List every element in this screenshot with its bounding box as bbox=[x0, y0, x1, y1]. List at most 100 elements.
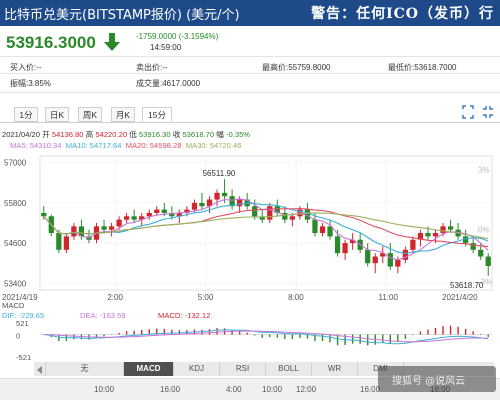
divider bbox=[0, 56, 500, 57]
x-tick-label: 5:00 bbox=[198, 293, 214, 302]
amplitude: 振幅:3.85% bbox=[10, 79, 51, 88]
ohlc-readout: 2021/04/20 开 54136.80 高 54220.20 低 53916… bbox=[2, 129, 250, 140]
candle-body bbox=[319, 226, 326, 234]
high-annotation: 56511.90 bbox=[203, 169, 236, 178]
ohlc-date: 2021/04/20 bbox=[2, 130, 41, 139]
buy-price: 买入价:-- bbox=[10, 63, 42, 72]
candle-body bbox=[425, 233, 431, 237]
x-tick-label: 2:00 bbox=[107, 293, 123, 302]
ohlc-low-label: 低 bbox=[129, 130, 137, 139]
macd-value: MACD: -132.12 bbox=[158, 311, 210, 320]
candle-body bbox=[63, 236, 70, 250]
tab-1min[interactable]: 1分 bbox=[14, 107, 38, 122]
macd-y-tick: -521 bbox=[16, 353, 31, 362]
candle-body bbox=[146, 212, 152, 217]
candle-body bbox=[432, 233, 439, 237]
candle-body bbox=[478, 249, 484, 257]
candle-body bbox=[116, 219, 122, 227]
candle-body bbox=[395, 259, 401, 267]
x-tick-label: 11:00 bbox=[379, 293, 399, 302]
candle-body bbox=[342, 243, 348, 254]
macd-title: MACD bbox=[2, 301, 25, 310]
candle-body bbox=[236, 199, 243, 207]
right-pct-tick: 3% bbox=[478, 165, 490, 174]
tab-monthly[interactable]: 月K bbox=[111, 107, 135, 122]
ohlc-open-label: 开 bbox=[42, 130, 50, 139]
x-tick-label: 8:00 bbox=[288, 293, 304, 302]
candle-body bbox=[101, 226, 107, 230]
current-price: 53916.3000 bbox=[6, 33, 96, 52]
tab-weekly[interactable]: 周K bbox=[78, 107, 102, 122]
down-arrow-icon bbox=[104, 33, 120, 51]
candle-body bbox=[161, 209, 167, 213]
scroll-left-button[interactable] bbox=[34, 362, 46, 376]
x-tick-label: 2021/4/20 bbox=[442, 293, 478, 302]
candle-body bbox=[41, 212, 47, 217]
candle-body bbox=[154, 209, 160, 213]
scrubber-time-4: 10:00 bbox=[262, 385, 283, 394]
candle-body bbox=[447, 226, 454, 230]
ohlc-high-label: 高 bbox=[85, 130, 94, 139]
candle-body bbox=[221, 192, 228, 197]
candle-body bbox=[372, 256, 378, 264]
candle-body bbox=[387, 253, 393, 267]
divider bbox=[0, 73, 500, 74]
ohlc-low: 53916.30 bbox=[138, 130, 171, 139]
ohlc-close-label: 收 bbox=[172, 130, 181, 139]
candle-body bbox=[252, 206, 258, 217]
ma30-value: MA30: 54720.46 bbox=[185, 141, 242, 150]
indicator-tab-kdj[interactable]: KDJ bbox=[174, 362, 220, 376]
candle-body bbox=[312, 219, 318, 234]
macd-panel: MACDDIF: -229.65 DEA: -163.59 MACD: -132.1… bbox=[2, 301, 492, 362]
scrubber-time-3: 4:00 bbox=[226, 385, 242, 394]
candle-body bbox=[123, 216, 130, 220]
ohlc-pct: -0.35% bbox=[225, 130, 251, 139]
quote-time: 14:59:00 bbox=[150, 43, 182, 52]
scrubber-time-2: 16:00 bbox=[160, 385, 181, 394]
ma10-value: MA10: 54717.64 bbox=[65, 141, 122, 150]
indicator-tab-boll[interactable]: BOLL bbox=[266, 362, 312, 376]
y-tick-label: 53400 bbox=[4, 279, 27, 288]
low-annotation: 53618.70 bbox=[450, 281, 484, 290]
candle-body bbox=[440, 226, 446, 234]
sell-price: 卖出价:-- bbox=[136, 63, 168, 72]
indicator-tab-wr[interactable]: WR bbox=[312, 362, 358, 376]
plot-frame bbox=[39, 155, 493, 291]
volume: 成交量:4617.0000 bbox=[136, 79, 201, 88]
ohlc-pct-label: 幅 bbox=[216, 130, 224, 139]
divider bbox=[0, 92, 500, 93]
ma5-value: MA5: 54310.34 bbox=[10, 141, 62, 150]
macd-y-tick: 0 bbox=[16, 332, 20, 341]
ohlc-high: 54220.20 bbox=[95, 130, 128, 139]
macd-dea: DEA: -163.59 bbox=[80, 311, 126, 320]
candle-body bbox=[191, 202, 198, 210]
indicator-tab-rsi[interactable]: RSI bbox=[220, 362, 266, 376]
candle-body bbox=[267, 206, 273, 220]
scrubber-time-5: 12:00 bbox=[296, 385, 317, 394]
ma-legend: MA5: 54310.34 MA10: 54717.64 MA20: 54598… bbox=[10, 141, 241, 150]
indicator-tab-macd[interactable]: MACD bbox=[124, 362, 174, 376]
y-tick-label: 57000 bbox=[4, 159, 27, 168]
indicator-tab-none[interactable]: 无 bbox=[46, 362, 124, 376]
candle-body bbox=[334, 236, 341, 254]
zoom-in-icon[interactable] bbox=[462, 105, 474, 119]
ohlc-open: 54136.80 bbox=[51, 130, 84, 139]
tab-underline bbox=[0, 122, 500, 123]
candle-body bbox=[410, 239, 416, 250]
tab-15min[interactable]: 15分 bbox=[142, 107, 172, 122]
high-price: 最高价:55759.8000 bbox=[262, 63, 331, 72]
instrument-title: 比特币兑美元(BITSTAMP报价) (美元/个) bbox=[4, 8, 240, 23]
candlestick-chart[interactable]: 570005580054600534003%0%-3%2021/4/19 2:00… bbox=[0, 150, 500, 362]
candle-body bbox=[214, 192, 220, 200]
price-change: -1759.0000 (-3.1594%) bbox=[136, 32, 219, 41]
expand-icon[interactable] bbox=[482, 105, 494, 119]
scrubber-time-1: 10:00 bbox=[94, 385, 115, 394]
y-tick-label: 54600 bbox=[4, 239, 27, 248]
ico-warning-banner[interactable]: 警告：任何ICO（发币）行 bbox=[311, 3, 494, 23]
macd-y-tick: 521 bbox=[16, 319, 29, 328]
candle-body bbox=[365, 249, 371, 264]
candle-body bbox=[485, 256, 491, 267]
candle-body bbox=[71, 226, 77, 237]
triangle-left-icon bbox=[37, 366, 42, 374]
tab-daily[interactable]: 日K bbox=[45, 107, 69, 122]
